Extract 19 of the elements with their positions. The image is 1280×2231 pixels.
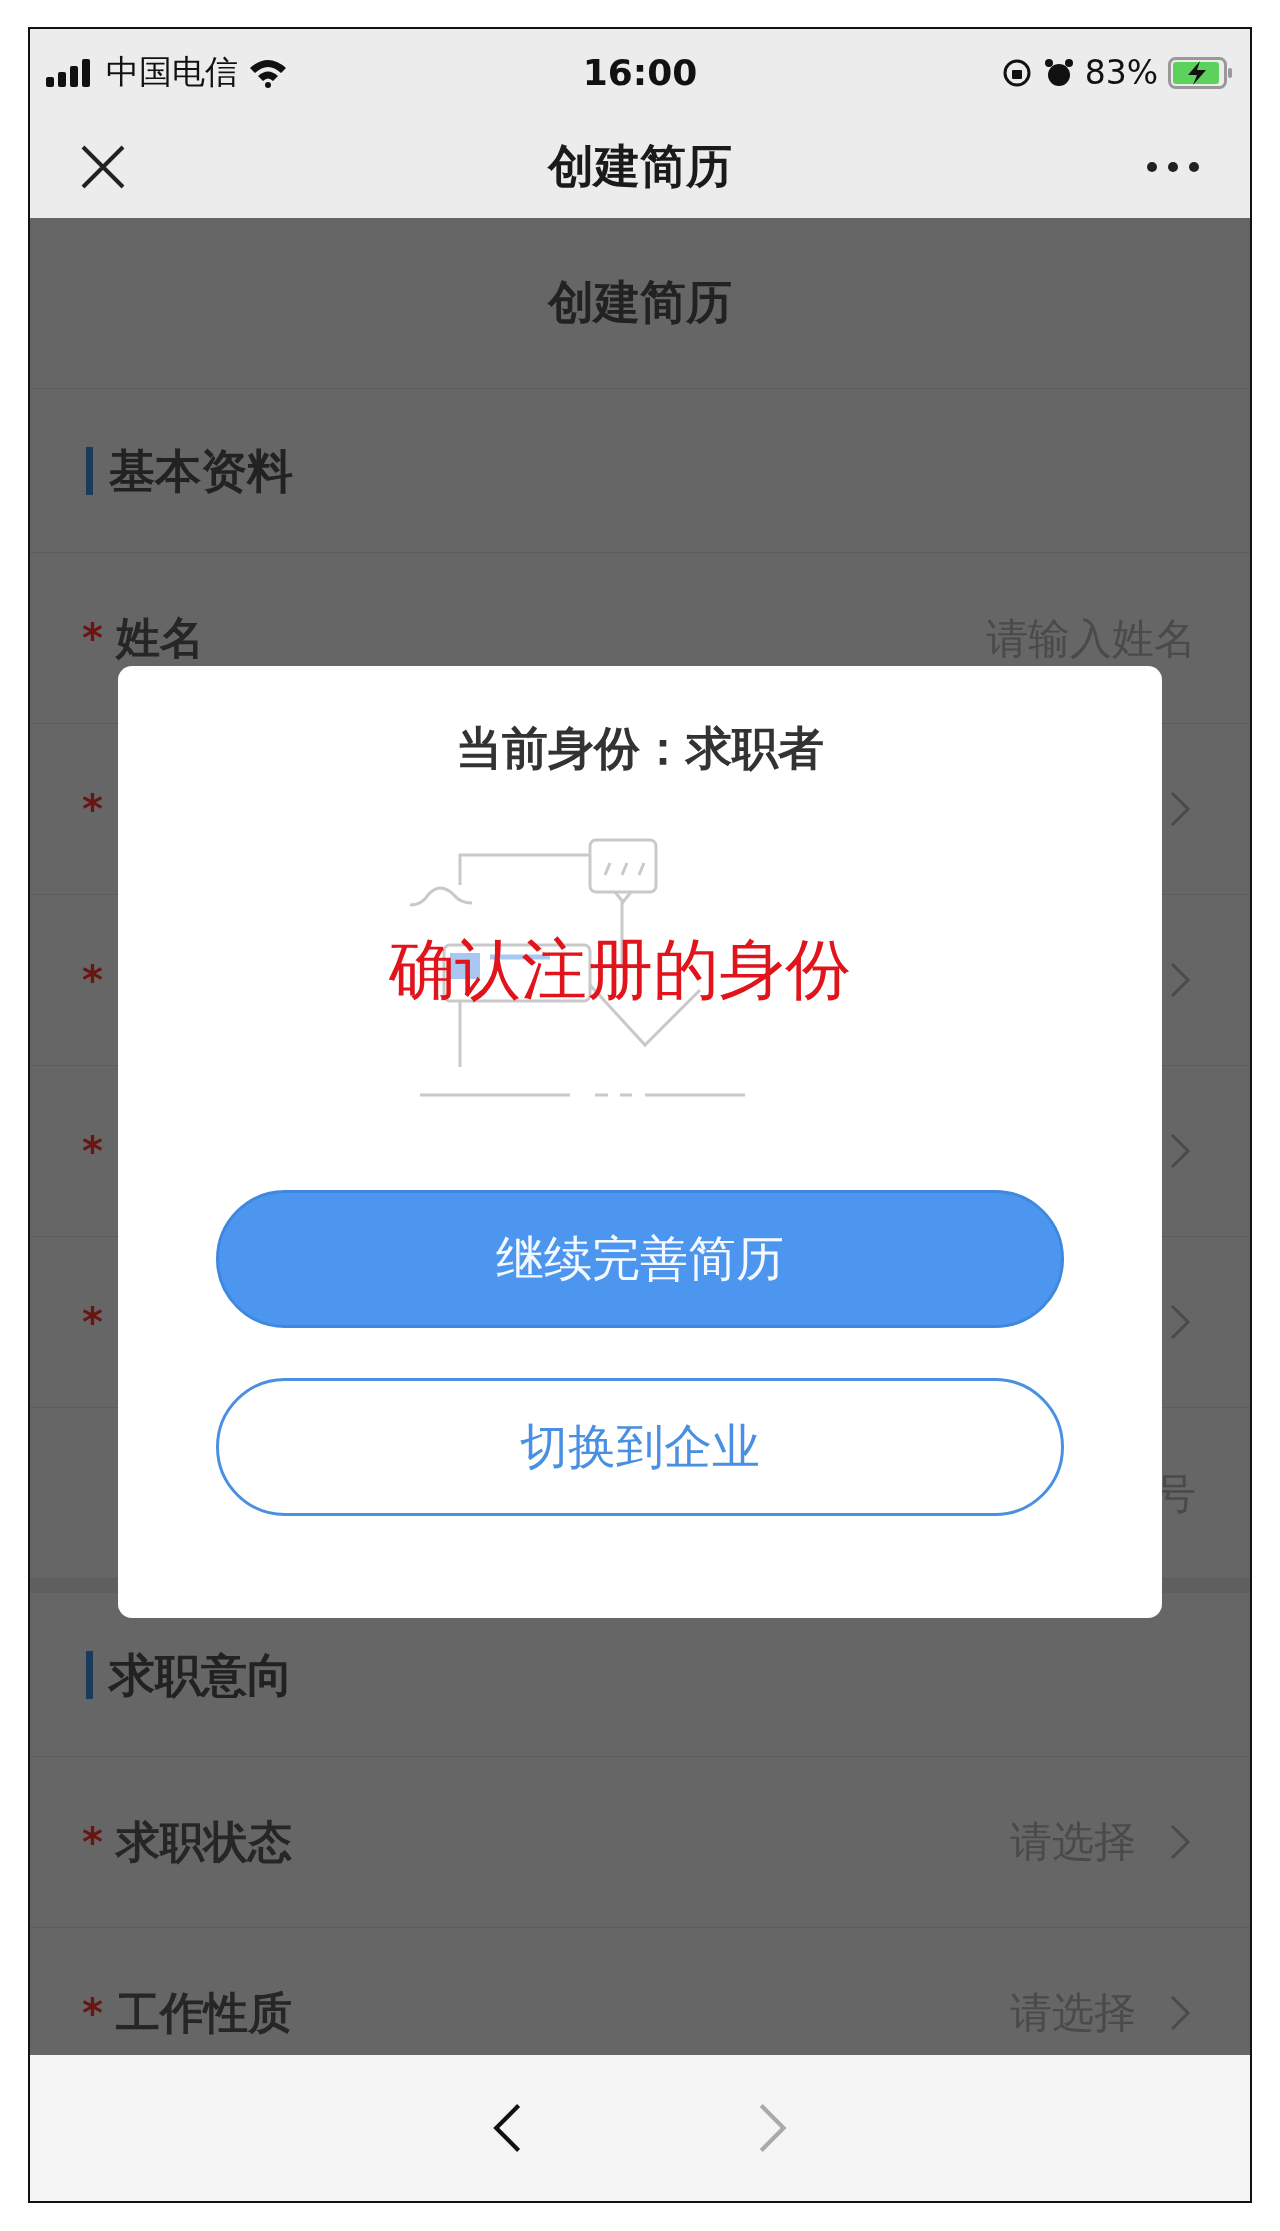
section-title: 求职意向 (86, 1650, 293, 1699)
section-title: 基本资料 (86, 446, 293, 495)
required-mark: * (82, 1128, 104, 1174)
page-title: 创建简历 (548, 274, 732, 331)
field-label: 工作性质 (116, 1985, 292, 2040)
required-mark: * (82, 1819, 104, 1865)
required-mark: * (82, 1990, 104, 2036)
nav-title: 创建简历 (548, 138, 732, 195)
clock-time: 16:00 (582, 52, 698, 93)
battery-percent: 83% (1084, 53, 1158, 92)
carrier-name: 中国电信 (106, 51, 238, 93)
required-mark: * (82, 957, 104, 1003)
field-label: 求职状态 (116, 1814, 292, 1869)
field-label: 姓名 (116, 610, 204, 665)
required-mark: * (82, 1299, 104, 1345)
required-mark: * (82, 615, 104, 661)
dialog-title: 当前身份：求职者 (456, 720, 824, 777)
required-mark: * (82, 786, 104, 832)
annotation-text: 确认注册的身份 (388, 932, 852, 1008)
